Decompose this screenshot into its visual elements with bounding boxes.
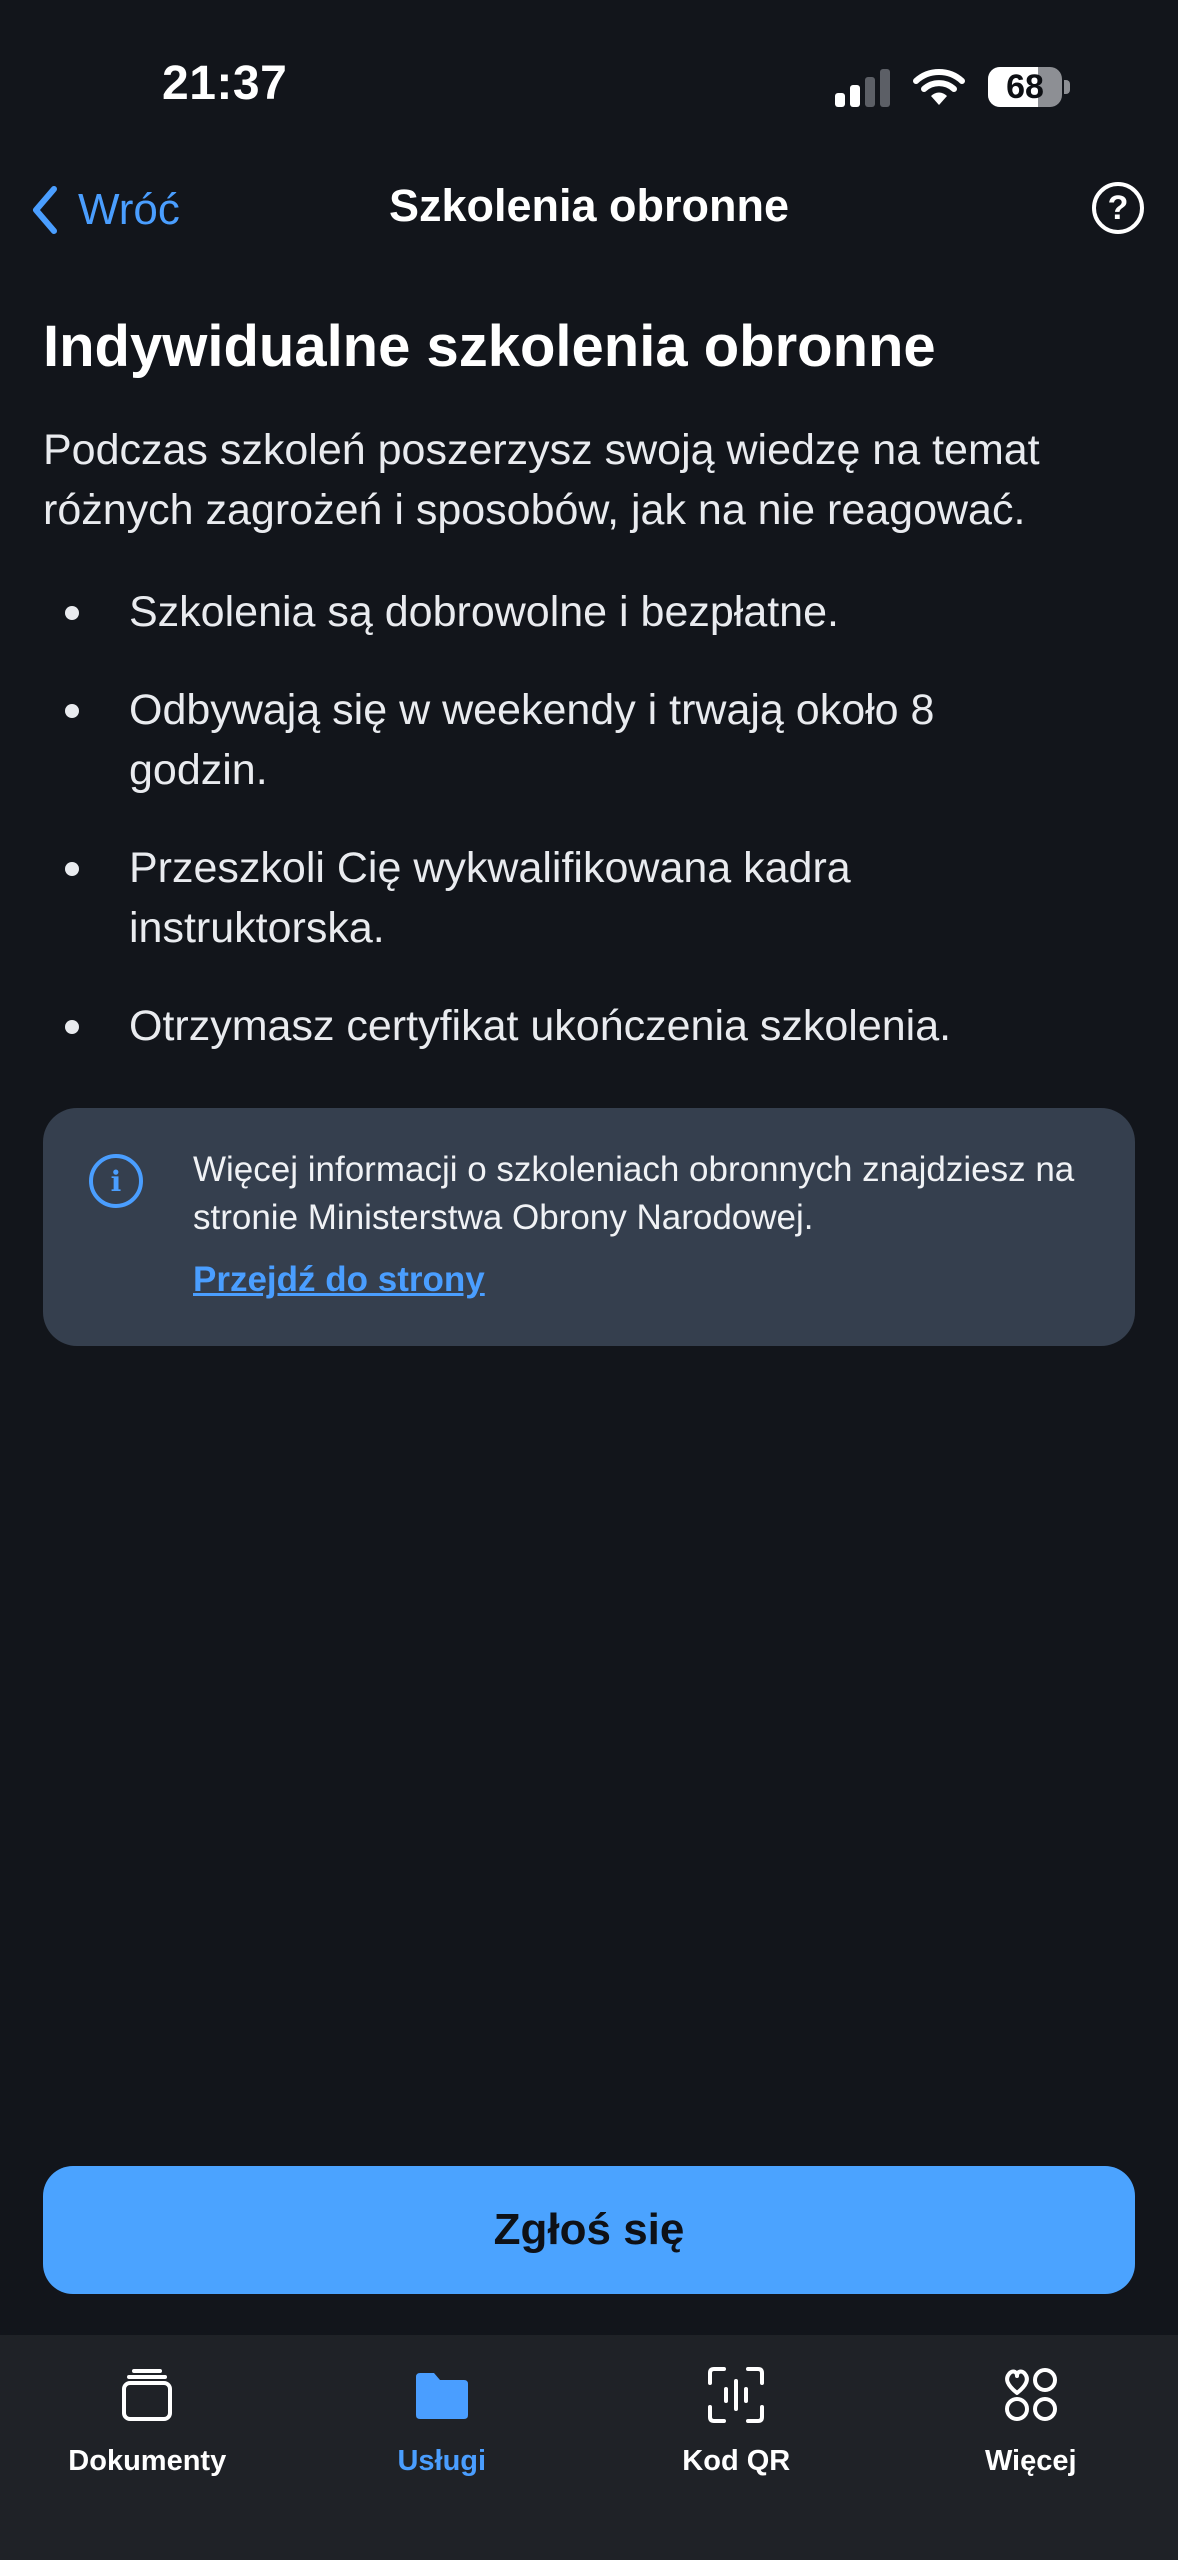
section-heading: Indywidualne szkolenia obronne xyxy=(43,314,936,379)
bullet-icon xyxy=(65,1020,79,1034)
question-circle-icon: ? xyxy=(1107,188,1129,227)
info-text: Więcej informacji o szkoleniach obronnyc… xyxy=(193,1150,1075,1237)
tab-label: Usługi xyxy=(397,2445,487,2477)
list-item: Szkolenia są dobrowolne i bezpłatne. xyxy=(43,582,1135,642)
list-item-text: Odbywają się w weekendy i trwają około 8… xyxy=(129,686,935,794)
more-grid-icon xyxy=(1004,2368,1057,2421)
apply-button[interactable]: Zgłoś się xyxy=(43,2166,1135,2294)
qr-scan-icon xyxy=(708,2367,765,2423)
cellular-signal-icon xyxy=(835,67,890,107)
list-item: Przeszkoli Cię wykwalifikowana kadra ins… xyxy=(43,838,1009,958)
list-item-text: Przeszkoli Cię wykwalifikowana kadra ins… xyxy=(129,844,851,952)
status-indicators: 68 xyxy=(835,62,1070,112)
bullet-icon xyxy=(65,704,79,718)
documents-stack-icon xyxy=(122,2369,173,2421)
page-title: Szkolenia obronne xyxy=(388,180,790,231)
tab-wiecej[interactable]: Więcej xyxy=(884,2335,1178,2560)
battery-percent: 68 xyxy=(1006,67,1044,106)
status-time: 21:37 xyxy=(162,57,288,110)
list-item-text: Szkolenia są dobrowolne i bezpłatne. xyxy=(129,588,839,636)
bullet-icon xyxy=(65,862,79,876)
tab-kod-qr[interactable]: Kod QR xyxy=(589,2335,884,2560)
wifi-icon xyxy=(913,69,965,105)
list-item: Otrzymasz certyfikat ukończenia szkoleni… xyxy=(43,996,1135,1056)
bullet-icon xyxy=(65,606,79,620)
tab-dokumenty[interactable]: Dokumenty xyxy=(0,2335,295,2560)
info-icon: i xyxy=(89,1154,143,1208)
intro-paragraph: Podczas szkoleń poszerzysz swoją wiedzę … xyxy=(43,426,1040,534)
folder-icon xyxy=(415,2373,468,2419)
tab-label: Dokumenty xyxy=(68,2445,227,2477)
tab-label: Kod QR xyxy=(682,2445,791,2477)
bottom-tab-bar: Dokumenty Usługi Kod QR Więcej xyxy=(0,2335,1178,2560)
info-card: i Więcej informacji o szkoleniach obronn… xyxy=(43,1108,1135,1346)
help-button[interactable]: ? xyxy=(1092,182,1144,234)
go-to-website-link[interactable]: Przejdź do strony xyxy=(193,1260,485,1300)
tab-uslugi[interactable]: Usługi xyxy=(295,2335,590,2560)
tab-label: Więcej xyxy=(984,2445,1077,2477)
battery-icon: 68 xyxy=(988,67,1062,107)
list-item: Odbywają się w weekendy i trwają około 8… xyxy=(43,680,1049,800)
benefits-list: Szkolenia są dobrowolne i bezpłatne. Odb… xyxy=(43,582,1135,1094)
list-item-text: Otrzymasz certyfikat ukończenia szkoleni… xyxy=(129,1002,952,1050)
